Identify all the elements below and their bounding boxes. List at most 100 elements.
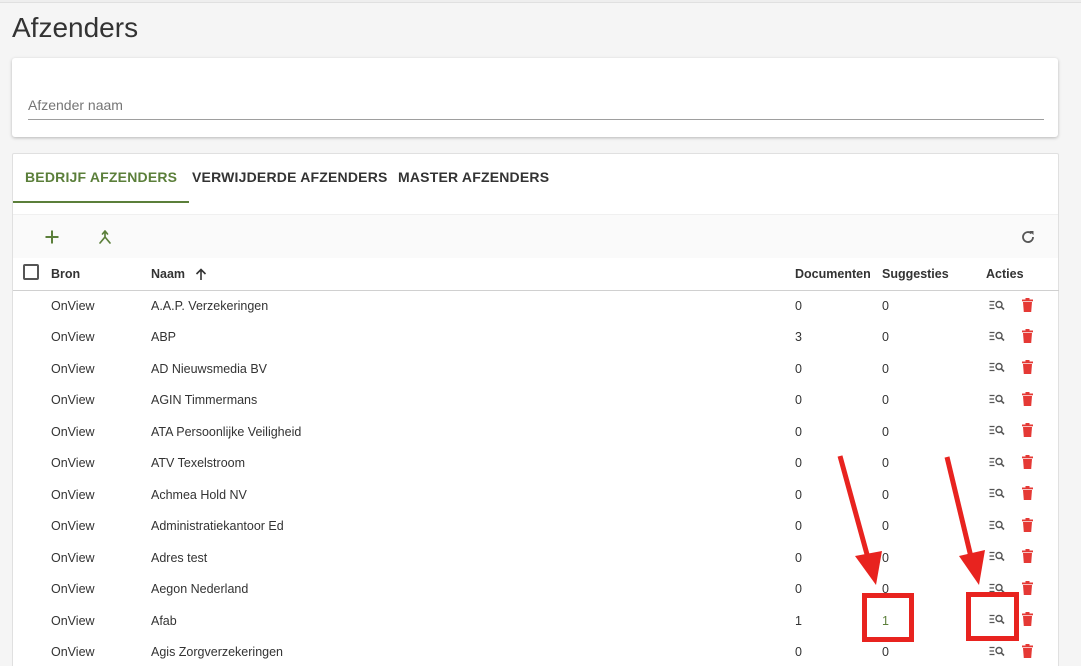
delete-sender-button[interactable] xyxy=(1022,580,1034,598)
view-suggestions-button[interactable] xyxy=(989,299,1005,314)
delete-sender-button[interactable] xyxy=(1022,612,1034,629)
cell-suggesties: 0 xyxy=(882,456,889,471)
cell-bron: OnView xyxy=(51,424,95,439)
table-row[interactable]: OnView Adres test 0 0 xyxy=(13,542,1059,574)
list-search-icon xyxy=(989,363,1005,373)
table-row[interactable]: OnView ATV Texelstroom 0 0 xyxy=(13,448,1059,480)
merge-senders-button[interactable] xyxy=(91,223,119,251)
cell-bron: OnView xyxy=(51,550,95,565)
search-card xyxy=(12,58,1058,137)
table-row[interactable]: OnView ABP 3 0 xyxy=(13,322,1059,354)
table-row[interactable]: OnView Afab 1 1 xyxy=(13,605,1059,637)
view-suggestions-button[interactable] xyxy=(989,582,1005,597)
cell-documenten: 0 xyxy=(795,487,802,502)
trash-icon xyxy=(1022,643,1034,658)
trash-icon xyxy=(1022,580,1034,595)
tab-master-afzenders[interactable]: MASTER AFZENDERS xyxy=(386,154,561,203)
delete-sender-button[interactable] xyxy=(1022,297,1034,315)
table-row[interactable]: OnView Administratiekantoor Ed 0 0 xyxy=(13,511,1059,543)
cell-bron: OnView xyxy=(51,582,95,597)
tab-verwijderde-afzenders[interactable]: VERWIJDERDE AFZENDERS xyxy=(180,154,400,203)
cell-documenten: 0 xyxy=(795,299,802,313)
view-suggestions-button[interactable] xyxy=(989,393,1005,408)
delete-sender-button[interactable] xyxy=(1022,360,1034,377)
list-search-icon xyxy=(989,394,1005,404)
view-suggestions-button[interactable] xyxy=(989,487,1005,502)
trash-icon xyxy=(1022,486,1034,501)
header-bron[interactable]: Bron xyxy=(51,258,151,291)
cell-documenten: 0 xyxy=(795,424,802,439)
trash-icon xyxy=(1022,454,1034,469)
cell-bron: OnView xyxy=(51,361,95,376)
table-row[interactable]: OnView Achmea Hold NV 0 0 xyxy=(13,479,1059,511)
cell-naam: Adres test xyxy=(151,550,208,565)
cell-suggesties: 0 xyxy=(882,361,889,376)
trash-icon xyxy=(1022,612,1034,627)
cell-naam: AGIN Timmermans xyxy=(151,393,258,408)
trash-icon xyxy=(1022,328,1034,343)
merge-icon xyxy=(99,230,111,244)
top-edge xyxy=(0,0,1081,3)
cell-suggesties: 0 xyxy=(882,424,889,439)
table-header-row: Bron Naam Documenten Suggesties Acties xyxy=(13,258,1059,291)
list-search-icon xyxy=(989,646,1005,656)
delete-sender-button[interactable] xyxy=(1022,486,1034,503)
view-suggestions-button[interactable] xyxy=(989,424,1005,439)
sender-name-search-input[interactable] xyxy=(28,90,1044,120)
cell-bron: OnView xyxy=(51,487,95,502)
page-title: Afzenders xyxy=(12,12,139,43)
trash-icon xyxy=(1022,391,1034,406)
list-search-icon xyxy=(989,552,1005,562)
cell-suggesties[interactable]: 1 xyxy=(882,605,986,637)
table-row[interactable]: OnView Aegon Nederland 0 0 xyxy=(13,574,1059,606)
view-suggestions-button[interactable] xyxy=(989,456,1005,471)
cell-documenten: 0 xyxy=(795,645,802,660)
delete-sender-button[interactable] xyxy=(1022,328,1034,346)
sort-ascending-icon xyxy=(195,268,206,280)
cell-bron: OnView xyxy=(51,613,95,628)
header-documenten[interactable]: Documenten xyxy=(795,258,882,291)
table-row[interactable]: OnView AD Nieuwsmedia BV 0 0 xyxy=(13,353,1059,385)
delete-sender-button[interactable] xyxy=(1022,549,1034,566)
table-row[interactable]: OnView Agis Zorgverzekeringen 0 0 xyxy=(13,637,1059,666)
cell-naam: Afab xyxy=(151,613,177,628)
view-suggestions-button[interactable] xyxy=(989,613,1005,628)
header-naam[interactable]: Naam xyxy=(151,258,795,291)
trash-icon xyxy=(1022,423,1034,438)
cell-suggesties: 0 xyxy=(882,582,889,597)
cell-suggesties: 0 xyxy=(882,519,889,534)
select-all-checkbox[interactable] xyxy=(23,264,39,281)
cell-suggesties: 0 xyxy=(882,487,889,502)
tab-bar: BEDRIJF AFZENDERS VERWIJDERDE AFZENDERS … xyxy=(13,154,1058,204)
table-toolbar xyxy=(13,214,1058,258)
cell-documenten: 3 xyxy=(795,330,802,345)
delete-sender-button[interactable] xyxy=(1022,454,1034,472)
table-row[interactable]: OnView ATA Persoonlijke Veiligheid 0 0 xyxy=(13,416,1059,448)
cell-bron: OnView xyxy=(51,330,95,345)
cell-naam: Aegon Nederland xyxy=(151,582,249,597)
cell-bron: OnView xyxy=(51,299,95,313)
delete-sender-button[interactable] xyxy=(1022,517,1034,535)
header-suggesties[interactable]: Suggesties xyxy=(882,258,986,291)
cell-naam: AD Nieuwsmedia BV xyxy=(151,361,268,376)
table-row[interactable]: OnView A.A.P. Verzekeringen 0 0 xyxy=(13,290,1059,322)
list-search-icon xyxy=(989,426,1005,436)
view-suggestions-button[interactable] xyxy=(989,645,1005,660)
cell-documenten: 0 xyxy=(795,361,802,376)
refresh-button[interactable] xyxy=(1014,223,1042,251)
view-suggestions-button[interactable] xyxy=(989,361,1005,376)
add-sender-button[interactable] xyxy=(38,223,66,251)
delete-sender-button[interactable] xyxy=(1022,643,1034,661)
view-suggestions-button[interactable] xyxy=(989,330,1005,345)
delete-sender-button[interactable] xyxy=(1022,391,1034,409)
view-suggestions-button[interactable] xyxy=(989,550,1005,565)
senders-table: Bron Naam Documenten Suggesties Acties O… xyxy=(13,258,1059,666)
plus-icon xyxy=(45,230,59,244)
tab-bedrijf-afzenders[interactable]: BEDRIJF AFZENDERS xyxy=(13,154,190,203)
cell-suggesties: 0 xyxy=(882,393,889,408)
table-row[interactable]: OnView AGIN Timmermans 0 0 xyxy=(13,385,1059,417)
list-search-icon xyxy=(989,300,1005,310)
view-suggestions-button[interactable] xyxy=(989,519,1005,534)
delete-sender-button[interactable] xyxy=(1022,423,1034,440)
list-search-icon xyxy=(989,520,1005,530)
